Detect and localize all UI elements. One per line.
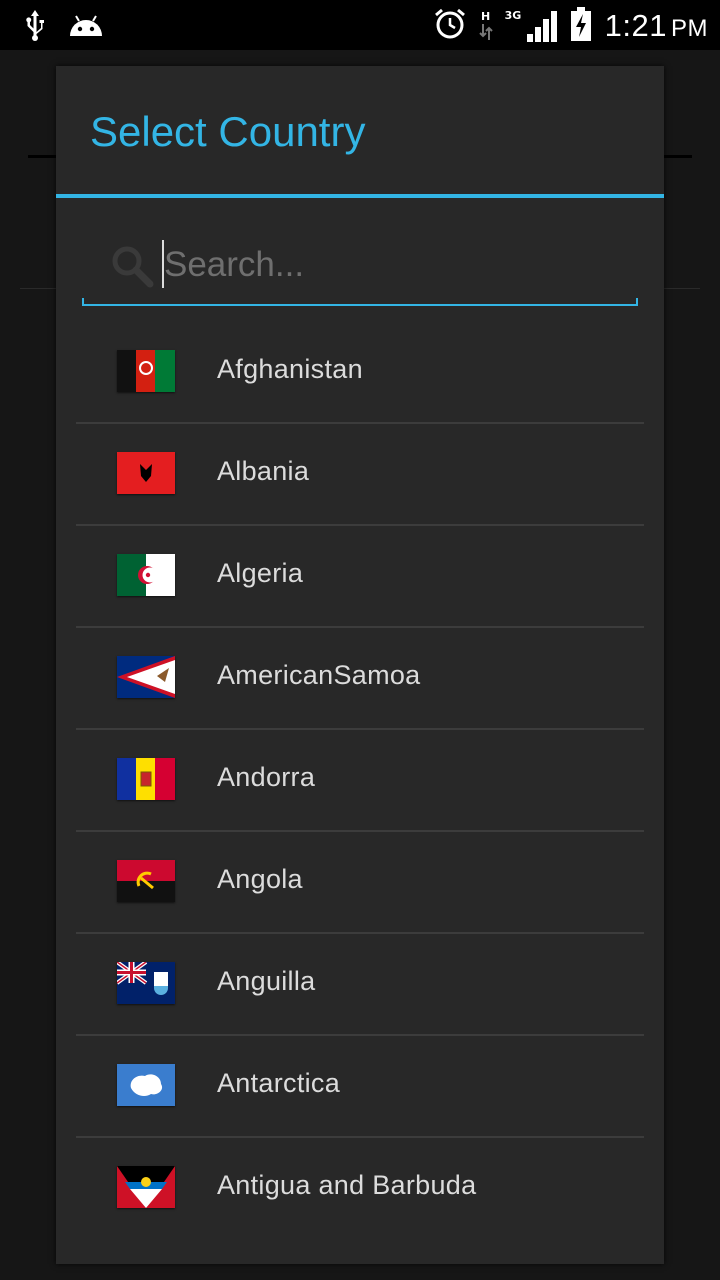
list-item-algeria[interactable]: Algeria <box>76 526 644 628</box>
select-country-dialog: Select Country Afghanistan Albania Alger… <box>56 66 664 1264</box>
search-input[interactable] <box>164 242 604 288</box>
list-item-antigua-and-barbuda[interactable]: Antigua and Barbuda <box>76 1138 644 1240</box>
text-cursor <box>162 240 164 288</box>
dialog-title: Select Country <box>90 108 366 155</box>
status-bar: H 3G 1:21 PM <box>0 0 720 50</box>
clock-time: 1:21 <box>604 8 667 43</box>
flag-afghanistan-icon <box>117 350 175 392</box>
battery-charging-icon <box>569 6 593 46</box>
country-name: Afghanistan <box>217 354 363 384</box>
country-name: Albania <box>217 456 310 486</box>
list-item-american-samoa[interactable]: AmericanSamoa <box>76 628 644 730</box>
list-item-afghanistan[interactable]: Afghanistan <box>76 322 644 424</box>
list-item-anguilla[interactable]: Anguilla <box>76 934 644 1036</box>
country-name: Antarctica <box>217 1068 341 1098</box>
search-icon <box>108 242 156 294</box>
country-name: Algeria <box>217 558 304 588</box>
flag-albania-icon <box>117 452 175 494</box>
country-name: Angola <box>217 864 303 894</box>
country-name: Andorra <box>217 762 316 792</box>
android-icon <box>68 12 104 42</box>
clock-ampm: PM <box>671 15 708 42</box>
country-list[interactable]: Afghanistan Albania Algeria AmericanSamo… <box>76 322 644 1240</box>
country-name: Anguilla <box>217 966 316 996</box>
signal-icon: 3G <box>505 8 557 44</box>
flag-angola-icon <box>117 860 175 902</box>
data-transfer-icon: H <box>478 11 493 42</box>
alarm-icon <box>433 7 467 45</box>
country-name: Antigua and Barbuda <box>217 1170 477 1200</box>
flag-antigua-and-barbuda-icon <box>117 1166 175 1208</box>
list-item-angola[interactable]: Angola <box>76 832 644 934</box>
flag-anguilla-icon <box>117 962 175 1004</box>
title-divider <box>56 194 664 198</box>
list-item-albania[interactable]: Albania <box>76 424 644 526</box>
search-box[interactable] <box>82 234 638 306</box>
list-item-antarctica[interactable]: Antarctica <box>76 1036 644 1138</box>
flag-american-samoa-icon <box>117 656 175 698</box>
flag-andorra-icon <box>117 758 175 800</box>
usb-icon <box>20 8 50 46</box>
flag-antarctica-icon <box>117 1064 175 1106</box>
list-item-andorra[interactable]: Andorra <box>76 730 644 832</box>
search-underline <box>82 298 638 306</box>
clock: 1:21 PM <box>605 8 708 44</box>
flag-algeria-icon <box>117 554 175 596</box>
country-name: AmericanSamoa <box>217 660 421 690</box>
